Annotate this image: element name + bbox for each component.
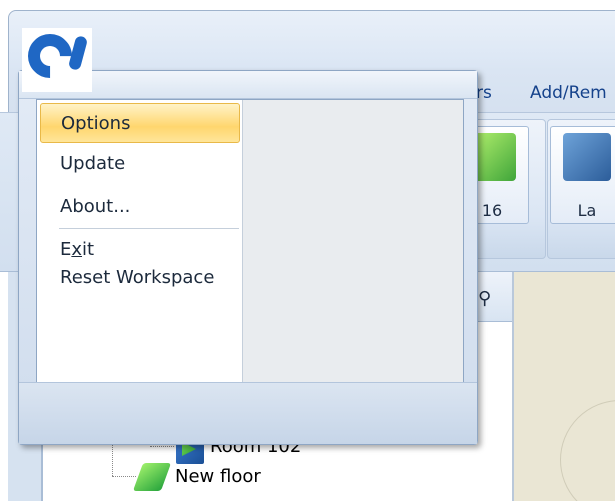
ribbon-group-layout: La xyxy=(547,119,615,259)
ribbon-button-label: La xyxy=(577,201,597,220)
pin-icon[interactable]: ⚲ xyxy=(478,288,491,309)
tree-item-new-floor[interactable]: New floor xyxy=(175,466,261,487)
ribbon-button-layout[interactable]: La xyxy=(550,126,615,224)
recent-items-pane xyxy=(243,100,463,382)
menu-item-reset-workspace[interactable]: Reset Workspace xyxy=(40,266,220,306)
menu-item-update[interactable]: Update xyxy=(40,144,240,184)
application-menu-button[interactable] xyxy=(18,24,92,92)
tree-connector xyxy=(112,476,136,477)
title-bar xyxy=(9,11,615,67)
exit-accelerator: x xyxy=(71,239,83,260)
menu-item-about[interactable]: About... xyxy=(40,187,240,227)
application-menu-commands: Options Update About... Exit Reset Works… xyxy=(37,100,243,382)
menu-item-exit[interactable]: Exit xyxy=(40,230,240,270)
ribbon-tab-partial[interactable]: rs xyxy=(476,83,492,103)
app-root: rs Add/Rem 16 La ⚲ Room 102 New floor Op… xyxy=(0,0,615,501)
tree-connector xyxy=(112,440,113,476)
menu-separator xyxy=(59,228,239,229)
application-menu-footer xyxy=(19,382,477,444)
ribbon-tab-add-remove[interactable]: Add/Rem xyxy=(530,83,607,103)
app-logo-mark xyxy=(67,35,89,71)
application-menu-body: Options Update About... Exit Reset Works… xyxy=(36,99,464,383)
application-menu: Options Update About... Exit Reset Works… xyxy=(18,70,478,445)
tree-connector xyxy=(150,446,174,447)
menu-item-exit-label: Exit xyxy=(60,239,95,260)
menu-item-options[interactable]: Options xyxy=(40,103,240,143)
layout-icon xyxy=(563,133,611,181)
